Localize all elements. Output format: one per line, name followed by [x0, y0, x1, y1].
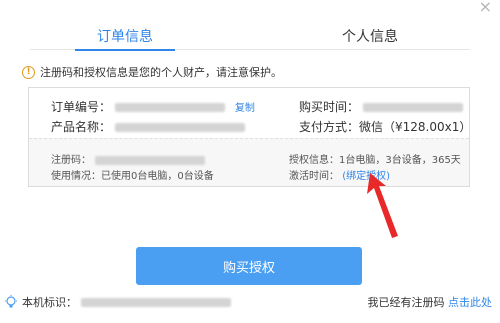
payment-row: 支付方式：微信（¥128.00x1） — [299, 118, 471, 135]
reg-code-label: 注册码： — [51, 155, 91, 166]
order-number-row: 订单编号： 复制 — [51, 98, 255, 115]
machine-id-label: 本机标识： — [22, 296, 77, 309]
reg-code-row: 注册码： — [51, 151, 205, 166]
machine-id-value — [81, 297, 231, 307]
reg-code-value — [95, 155, 205, 165]
license-info-row: 授权信息：1台电脑，3台设备，365天 — [289, 151, 461, 166]
notice-text: 注册码和授权信息是您的个人财产，请注意保护。 — [40, 66, 282, 79]
license-info-label: 授权信息：1台电脑，3台设备，365天 — [289, 155, 461, 166]
tab-order-info[interactable]: 订单信息 — [75, 26, 175, 51]
purchase-time-label: 购买时间： — [299, 100, 360, 114]
payment-label: 支付方式：微信（¥128.00x1） — [299, 120, 472, 134]
product-name-label: 产品名称： — [51, 120, 112, 134]
have-code-row: 我已经有注册码 点击此处 — [368, 294, 493, 310]
usage-row: 使用情况：已使用0台电脑，0台设备 — [51, 167, 214, 182]
usage-label: 使用情况：已使用0台电脑，0台设备 — [51, 171, 214, 182]
warning-icon: ! — [22, 65, 35, 79]
click-here-link[interactable]: 点击此处 — [448, 296, 492, 309]
purchase-time-value — [363, 103, 464, 112]
order-number-value — [115, 103, 226, 112]
lightbulb-icon — [5, 295, 17, 308]
tab-personal-info[interactable]: 个人信息 — [320, 26, 420, 50]
machine-id-row: 本机标识： — [4, 294, 231, 310]
have-code-text: 我已经有注册码 — [367, 296, 445, 309]
activate-time-label: 激活时间： — [289, 171, 339, 182]
order-summary: 订单编号： 复制 购买时间： 产品名称： 支付方式：微信（¥128.00x1） — [29, 88, 471, 136]
product-name-row: 产品名称： — [51, 118, 246, 135]
order-number-label: 订单编号： — [51, 100, 112, 114]
copy-link[interactable]: 复制 — [235, 103, 255, 114]
purchase-time-row: 购买时间： — [299, 98, 464, 115]
buy-license-button[interactable]: 购买授权 — [136, 247, 362, 285]
product-name-value — [115, 123, 246, 132]
tab-bar: 订单信息 个人信息 — [30, 0, 470, 51]
close-icon[interactable]: × — [479, 0, 492, 15]
notice-bar: ! 注册码和授权信息是您的个人财产，请注意保护。 — [22, 64, 282, 80]
red-arrow-annotation — [367, 173, 398, 238]
